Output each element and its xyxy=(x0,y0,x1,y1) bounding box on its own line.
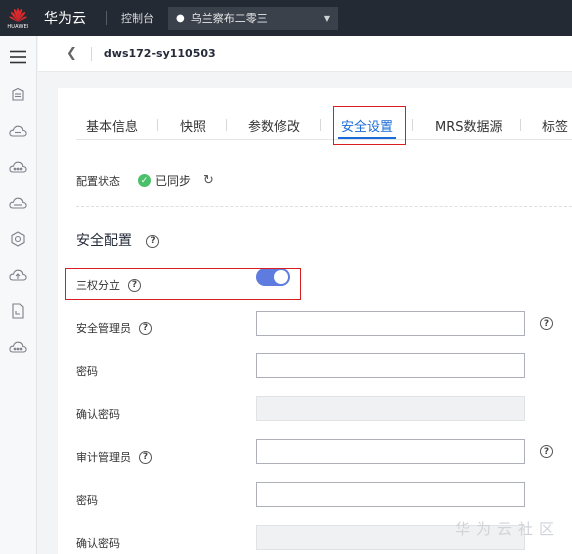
cloud-more-icon[interactable] xyxy=(9,338,27,356)
security-confirm-input[interactable] xyxy=(256,396,525,421)
audit-confirm-label: 确认密码 xyxy=(76,537,120,550)
audit-password-input[interactable] xyxy=(256,482,525,507)
help-icon[interactable]: ? xyxy=(540,445,553,458)
tab-basic-info[interactable]: 基本信息 xyxy=(86,116,138,135)
main-panel: 基本信息 快照 参数修改 安全设置 MRS数据源 标签 配置状态 ✓ 已同步 ↻… xyxy=(58,88,572,554)
security-password-label: 密码 xyxy=(76,365,98,378)
cloud-icon[interactable] xyxy=(9,122,27,140)
tab-snapshot[interactable]: 快照 xyxy=(180,116,206,135)
tab-divider xyxy=(412,119,413,131)
sidebar xyxy=(0,36,37,554)
audit-password-label: 密码 xyxy=(76,494,98,507)
brand-name[interactable]: 华为云 xyxy=(44,8,86,28)
logo-text: HUAWEI xyxy=(7,23,29,30)
menu-icon[interactable] xyxy=(9,48,27,66)
back-arrow-icon[interactable]: ❮ xyxy=(66,46,77,61)
config-status: 配置状态 ✓ 已同步 ↻ xyxy=(76,172,214,189)
section-title: 安全配置 ? xyxy=(76,230,160,250)
tab-highlight-box xyxy=(333,106,406,145)
cloud-storage-icon[interactable] xyxy=(9,194,27,212)
toggle-highlight-box xyxy=(65,268,301,300)
database-icon[interactable] xyxy=(9,86,27,104)
security-admin-input[interactable] xyxy=(256,311,525,336)
security-confirm-label: 确认密码 xyxy=(76,408,120,421)
config-status-label: 配置状态 xyxy=(76,174,120,188)
help-icon[interactable]: ? xyxy=(139,450,152,464)
audit-admin-row: 审计管理员 ? xyxy=(76,449,152,465)
watermark: 华为云社区 xyxy=(454,520,560,538)
top-bar: HUAWEI 华为云 控制台 ● 乌兰察布二零三 ▼ xyxy=(0,0,572,36)
help-icon[interactable]: ? xyxy=(139,321,152,335)
help-icon[interactable]: ? xyxy=(540,317,553,330)
tab-divider xyxy=(226,119,227,131)
breadcrumb: ❮ dws172-sy110503 xyxy=(38,36,572,72)
huawei-logo-icon xyxy=(9,7,27,22)
hexagon-icon[interactable] xyxy=(9,230,27,248)
tab-mrs-datasource[interactable]: MRS数据源 xyxy=(435,116,503,135)
audit-password-row: 密码 xyxy=(76,492,98,508)
audit-confirm-row: 确认密码 xyxy=(76,535,120,551)
security-password-row: 密码 xyxy=(76,363,98,379)
chevron-down-icon: ▼ xyxy=(323,13,330,23)
console-link[interactable]: 控制台 xyxy=(121,10,154,26)
cloud-upload-icon[interactable] xyxy=(9,266,27,284)
tab-bar: 基本信息 快照 参数修改 安全设置 MRS数据源 标签 xyxy=(76,110,572,140)
audit-admin-input[interactable] xyxy=(256,439,525,464)
security-admin-label: 安全管理员 xyxy=(76,322,131,335)
region-selector[interactable]: ● 乌兰察布二零三 ▼ xyxy=(168,6,338,30)
divider xyxy=(90,46,92,61)
tab-tags[interactable]: 标签 xyxy=(542,116,568,135)
cloud-service-icon[interactable] xyxy=(9,158,27,176)
divider xyxy=(106,11,107,25)
check-icon: ✓ xyxy=(138,174,151,187)
location-pin-icon: ● xyxy=(176,12,185,24)
document-icon[interactable] xyxy=(9,302,27,320)
region-label: 乌兰察布二零三 xyxy=(190,12,268,25)
config-status-value: 已同步 xyxy=(155,174,192,188)
security-admin-row: 安全管理员 ? xyxy=(76,320,152,336)
tab-divider xyxy=(157,119,158,131)
tab-parameters[interactable]: 参数修改 xyxy=(248,116,300,135)
section-title-text: 安全配置 xyxy=(76,233,132,249)
security-confirm-row: 确认密码 xyxy=(76,406,120,422)
divider xyxy=(76,206,572,207)
audit-admin-label: 审计管理员 xyxy=(76,451,131,464)
security-password-input[interactable] xyxy=(256,353,525,378)
tab-divider xyxy=(520,119,521,131)
cluster-title: dws172-sy110503 xyxy=(103,47,216,60)
huawei-logo[interactable]: HUAWEI xyxy=(0,0,36,36)
tab-divider xyxy=(320,119,321,131)
help-icon[interactable]: ? xyxy=(146,234,160,248)
refresh-icon[interactable]: ↻ xyxy=(203,173,214,188)
